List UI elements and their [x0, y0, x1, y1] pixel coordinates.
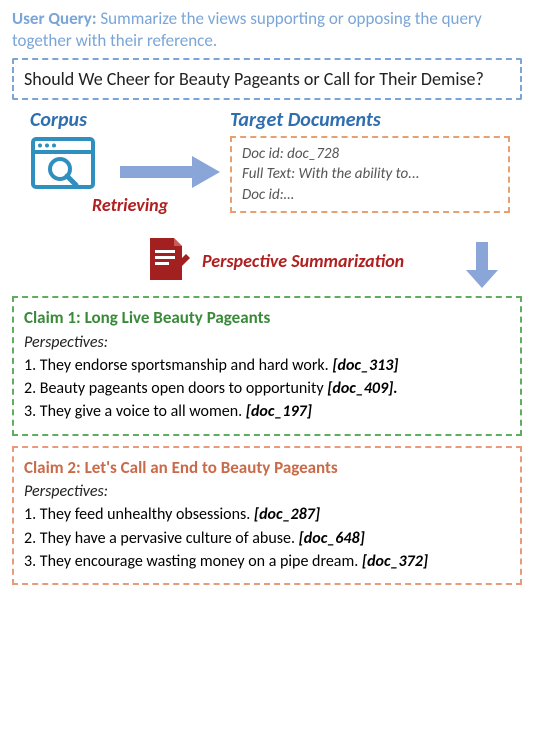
corpus-label: Corpus	[30, 108, 87, 132]
corpus-browser-icon	[30, 136, 96, 194]
document-edit-icon	[142, 234, 192, 286]
summarization-row: Perspective Summarization	[12, 240, 522, 294]
claim-2-box: Claim 2: Let's Call an End to Beauty Pag…	[12, 446, 522, 585]
perspective-item: 2. They have a pervasive culture of abus…	[24, 527, 510, 550]
target-documents-label: Target Documents	[230, 108, 381, 132]
perspective-item: 3. They give a voice to all women. [doc_…	[24, 400, 510, 423]
arrow-down-icon	[466, 242, 498, 288]
question-box: Should We Cheer for Beauty Pageants or C…	[12, 58, 522, 100]
claim-1-box: Claim 1: Long Live Beauty Pageants Persp…	[12, 296, 522, 435]
perspective-text: 2. They have a pervasive culture of abus…	[24, 529, 295, 548]
doc-reference: [doc_372]	[362, 552, 428, 571]
perspectives-label: Perspectives:	[24, 331, 510, 354]
claim-1-title: Claim 1: Long Live Beauty Pageants	[24, 306, 510, 331]
perspective-text: 2. Beauty pageants open doors to opportu…	[24, 379, 324, 398]
perspective-text: 1. They feed unhealthy obsessions.	[24, 505, 250, 524]
retrieving-label: Retrieving	[92, 194, 168, 216]
perspective-text: 3. They encourage wasting money on a pip…	[24, 552, 358, 571]
target-documents-box: Doc id: doc_728 Full Text: With the abil…	[230, 136, 510, 213]
question-text: Should We Cheer for Beauty Pageants or C…	[24, 68, 484, 90]
perspective-item: 2. Beauty pageants open doors to opportu…	[24, 377, 510, 400]
pipeline-row: Corpus Target Documents Retrieving Doc i…	[12, 106, 522, 236]
target-doc-line: Doc id:…	[242, 185, 498, 205]
doc-reference: [doc_197]	[246, 402, 312, 421]
perspective-text: 3. They give a voice to all women.	[24, 402, 242, 421]
claim-2-title: Claim 2: Let's Call an End to Beauty Pag…	[24, 456, 510, 481]
perspective-item: 1. They endorse sportsmanship and hard w…	[24, 354, 510, 377]
target-doc-line: Doc id: doc_728	[242, 144, 498, 164]
user-query-label: User Query:	[12, 8, 97, 29]
doc-reference: [doc_287]	[254, 505, 320, 524]
arrow-right-icon	[120, 156, 220, 188]
doc-reference: [doc_313]	[332, 356, 398, 375]
user-query-block: User Query: Summarize the views supporti…	[12, 8, 522, 52]
perspective-summarization-label: Perspective Summarization	[202, 250, 404, 272]
target-doc-line: Full Text: With the ability to...	[242, 164, 498, 184]
perspectives-label: Perspectives:	[24, 480, 510, 503]
perspective-item: 1. They feed unhealthy obsessions. [doc_…	[24, 503, 510, 526]
perspective-text: 1. They endorse sportsmanship and hard w…	[24, 356, 329, 375]
doc-reference: [doc_648]	[299, 529, 365, 548]
perspective-item: 3. They encourage wasting money on a pip…	[24, 550, 510, 573]
doc-reference: [doc_409].	[327, 379, 397, 398]
